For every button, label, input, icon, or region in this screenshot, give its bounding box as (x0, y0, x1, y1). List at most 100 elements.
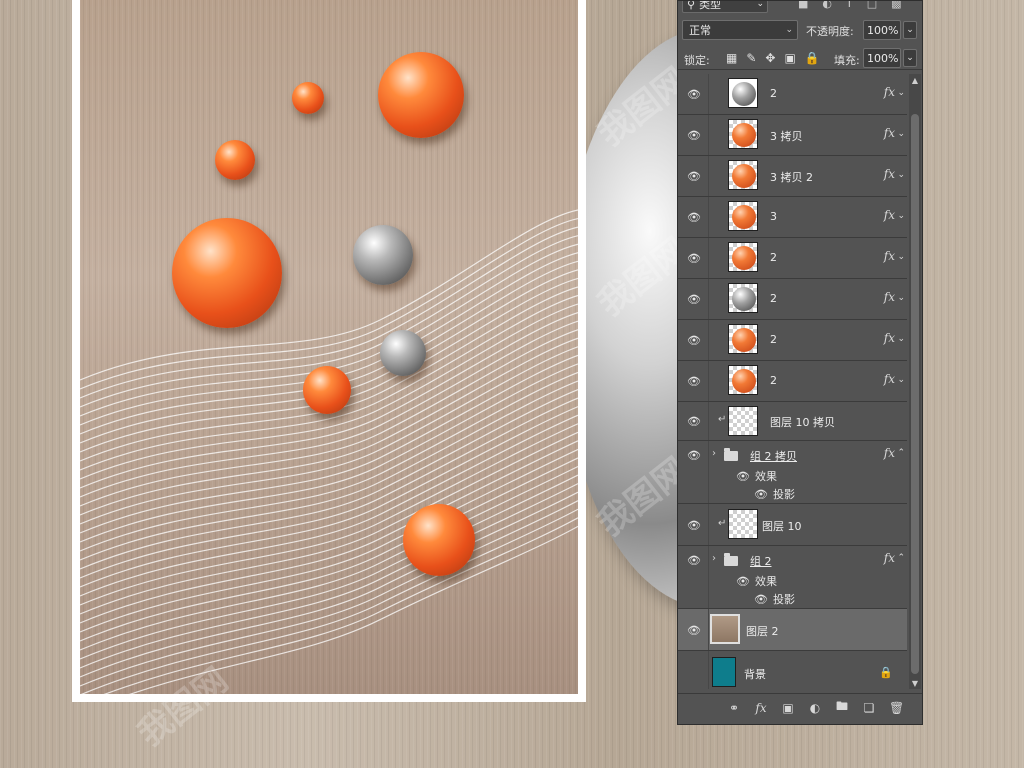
visibility-eye-icon[interactable]: 👁 (686, 334, 702, 347)
layer-name[interactable]: 2 (770, 87, 777, 100)
effect-item-row[interactable]: 👁 投影 (754, 486, 795, 502)
shape-filter-icon[interactable]: □ (867, 1, 877, 10)
layer-name[interactable]: 图层 10 拷贝 (770, 414, 835, 430)
fill-input[interactable]: 100% (863, 48, 901, 68)
visibility-eye-icon[interactable]: 👁 (686, 554, 702, 567)
lock-transparent-icon[interactable]: ▦ (726, 51, 737, 65)
visibility-eye-icon[interactable]: 👁 (686, 293, 702, 306)
delete-layer-trash-icon[interactable]: 🗑 (889, 701, 904, 715)
chevron-up-icon[interactable]: ⌃ (897, 448, 905, 458)
blend-mode-select[interactable]: 正常 ⌄ (682, 20, 798, 40)
opacity-dropdown-button[interactable]: ⌄ (903, 21, 917, 39)
lock-artboard-icon[interactable]: ▣ (784, 51, 795, 65)
add-layer-style-fx-icon[interactable]: fx (754, 701, 768, 715)
fx-icon[interactable]: fx (884, 551, 895, 565)
layer-name[interactable]: 背景 (744, 666, 766, 682)
effect-item-row[interactable]: 👁 投影 (754, 591, 795, 607)
fx-icon[interactable]: fx (884, 85, 895, 99)
layer-row-selected[interactable]: 👁 图层 2 (678, 609, 907, 651)
group-row[interactable]: 👁 › 组 2 拷贝 fx ⌃ 👁 效果 👁 投影 (678, 441, 907, 504)
new-layer-icon[interactable]: ❏ (862, 701, 876, 715)
chevron-down-icon[interactable]: ⌄ (897, 334, 905, 344)
layer-row[interactable]: 👁 2 fx ⌄ (678, 238, 907, 279)
visibility-eye-icon[interactable]: 👁 (754, 593, 768, 606)
layer-row[interactable]: 👁 2 fx ⌄ (678, 74, 907, 115)
fx-icon[interactable]: fx (884, 372, 895, 386)
visibility-eye-icon[interactable]: 👁 (686, 170, 702, 183)
visibility-eye-icon[interactable]: 👁 (686, 88, 702, 101)
group-name[interactable]: 组 2 (750, 553, 772, 569)
layer-row[interactable]: 👁 3 拷贝 2 fx ⌄ (678, 156, 907, 197)
visibility-eye-icon[interactable]: 👁 (754, 488, 768, 501)
group-name[interactable]: 组 2 拷贝 (750, 448, 797, 464)
chevron-up-icon[interactable]: ⌃ (897, 553, 905, 563)
layer-row[interactable]: 👁 2 fx ⌄ (678, 320, 907, 361)
fx-icon[interactable]: fx (884, 126, 895, 140)
chevron-down-icon[interactable]: ⌄ (897, 293, 905, 303)
chevron-down-icon[interactable]: ⌄ (897, 252, 905, 262)
scroll-thumb[interactable] (911, 114, 919, 674)
link-layers-icon[interactable]: ⚭ (727, 701, 741, 715)
visibility-eye-icon[interactable]: 👁 (686, 375, 702, 388)
effects-row[interactable]: 👁 效果 (736, 468, 777, 484)
layer-name[interactable]: 3 拷贝 2 (770, 169, 813, 185)
visibility-eye-icon[interactable]: 👁 (686, 252, 702, 265)
layer-row[interactable]: 👁 2 fx ⌄ (678, 361, 907, 402)
layer-row[interactable]: 👁 3 拷贝 fx ⌄ (678, 115, 907, 156)
pixel-filter-icon[interactable]: ■ (798, 1, 808, 10)
layer-row[interactable]: 👁 ↵ 图层 10 (678, 504, 907, 546)
chevron-right-icon[interactable]: › (712, 553, 716, 564)
new-group-folder-icon[interactable]: 🖿 (835, 697, 849, 718)
layer-row[interactable]: 👁 3 fx ⌄ (678, 197, 907, 238)
visibility-eye-icon[interactable]: 👁 (686, 449, 702, 462)
visibility-eye-icon[interactable]: 👁 (686, 519, 702, 532)
chevron-down-icon[interactable]: ⌄ (897, 375, 905, 385)
add-mask-icon[interactable]: ▣ (781, 701, 795, 715)
visibility-eye-icon[interactable]: 👁 (686, 415, 702, 428)
fx-icon[interactable]: fx (884, 167, 895, 181)
visibility-eye-icon[interactable]: 👁 (736, 575, 750, 588)
layer-name[interactable]: 图层 2 (746, 623, 779, 639)
fx-icon[interactable]: fx (884, 331, 895, 345)
layer-row[interactable]: 👁 ↵ 图层 10 拷贝 (678, 402, 907, 441)
scroll-up-arrow-icon[interactable]: ▲ (909, 74, 921, 86)
fx-icon[interactable]: fx (884, 446, 895, 460)
visibility-eye-icon[interactable]: 👁 (686, 129, 702, 142)
layer-row[interactable]: 背景 🔒 (678, 651, 907, 689)
effect-item-label: 投影 (772, 593, 795, 606)
layer-filter-dropdown[interactable]: ⚲ 类型 ⌄ (682, 1, 768, 13)
chevron-down-icon[interactable]: ⌄ (897, 88, 905, 98)
fx-icon[interactable]: fx (884, 290, 895, 304)
scroll-down-arrow-icon[interactable]: ▼ (909, 677, 921, 689)
wave-line (80, 397, 578, 579)
fx-icon[interactable]: fx (884, 208, 895, 222)
visibility-eye-icon[interactable]: 👁 (686, 624, 702, 637)
fill-dropdown-button[interactable]: ⌄ (903, 49, 917, 67)
layer-name[interactable]: 2 (770, 374, 777, 387)
group-row[interactable]: 👁 › 组 2 fx ⌃ 👁 效果 👁 投影 (678, 546, 907, 609)
fx-icon[interactable]: fx (884, 249, 895, 263)
lock-image-brush-icon[interactable]: ✎ (746, 51, 756, 65)
layer-name[interactable]: 2 (770, 251, 777, 264)
smart-object-filter-icon[interactable]: ▩ (891, 1, 901, 10)
chevron-down-icon[interactable]: ⌄ (897, 129, 905, 139)
adjustment-layer-icon[interactable]: ◐ (808, 701, 822, 715)
visibility-eye-icon[interactable]: 👁 (736, 470, 750, 483)
opacity-input[interactable]: 100% (863, 20, 901, 40)
layer-name[interactable]: 3 拷贝 (770, 128, 803, 144)
lock-all-icon[interactable]: 🔒 (805, 51, 820, 65)
layer-row[interactable]: 👁 2 fx ⌄ (678, 279, 907, 320)
layer-name[interactable]: 图层 10 (762, 518, 802, 534)
layers-scrollbar[interactable]: ▲ ▼ (909, 74, 921, 689)
type-filter-icon[interactable]: T (846, 1, 853, 10)
effects-row[interactable]: 👁 效果 (736, 573, 777, 589)
chevron-right-icon[interactable]: › (712, 448, 716, 459)
lock-position-move-icon[interactable]: ✥ (765, 51, 775, 65)
chevron-down-icon[interactable]: ⌄ (897, 170, 905, 180)
chevron-down-icon[interactable]: ⌄ (897, 211, 905, 221)
layer-name[interactable]: 3 (770, 210, 777, 223)
visibility-eye-icon[interactable]: 👁 (686, 211, 702, 224)
adjustment-filter-icon[interactable]: ◐ (822, 1, 832, 10)
layer-name[interactable]: 2 (770, 292, 777, 305)
layer-name[interactable]: 2 (770, 333, 777, 346)
